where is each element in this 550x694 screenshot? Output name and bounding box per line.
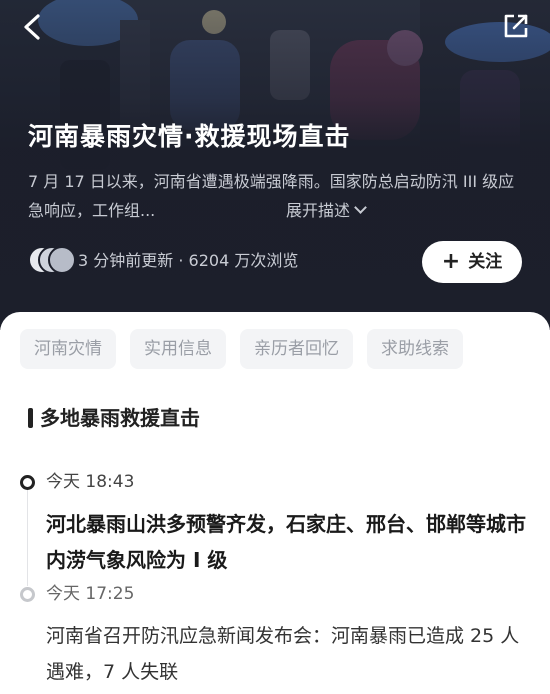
plus-icon: + [441,249,461,274]
expand-description-link[interactable]: 展开描述 [286,196,367,225]
timeline-time: 今天 18:43 [46,472,135,492]
expand-label: 展开描述 [286,201,351,220]
share-external-link-icon[interactable] [502,12,530,40]
topic-hero: 河南暴雨灾情·救援现场直击 7 月 17 日以来，河南省遭遇极端强降雨。国家防总… [0,0,550,330]
timeline-dot-icon [20,475,35,490]
follower-avatars [28,246,78,276]
category-tabs: 河南灾情 实用信息 亲历者回忆 求助线索 [20,329,550,369]
timeline-headline[interactable]: 河南省召开防汛应急新闻发布会：河南暴雨已造成 25 人遇难，7 人失联 [46,618,526,690]
section-title: 多地暴雨救援直击 [40,406,200,430]
avatar [48,246,76,274]
chevron-down-icon [354,201,367,214]
update-meta: 3 分钟前更新 · 6204 万次浏览 [78,251,299,270]
back-arrow-icon[interactable] [20,12,46,42]
topic-title: 河南暴雨灾情·救援现场直击 [28,122,351,151]
timeline-time: 今天 17:25 [46,584,135,604]
timeline-dot-icon [20,587,35,602]
topic-description: 7 月 17 日以来，河南省遭遇极端强降雨。国家防总启动防汛 III 级应急响应… [28,172,515,220]
timeline-headline[interactable]: 河北暴雨山洪多预警齐发，石家庄、邢台、邯郸等城市内涝气象风险为 I 级 [46,506,526,578]
tab-help-leads[interactable]: 求助线索 [367,329,463,369]
tab-practical-info[interactable]: 实用信息 [130,329,226,369]
timeline-connector [27,490,28,586]
tab-witness-memories[interactable]: 亲历者回忆 [240,329,353,369]
follow-label: 关注 [468,252,503,272]
follow-button[interactable]: + 关注 [422,241,522,283]
tab-henan-disaster[interactable]: 河南灾情 [20,329,116,369]
content-card: 河南灾情 实用信息 亲历者回忆 求助线索 多地暴雨救援直击 今天 18:43 河北暴雨… [0,312,550,694]
section-marker [28,408,33,428]
